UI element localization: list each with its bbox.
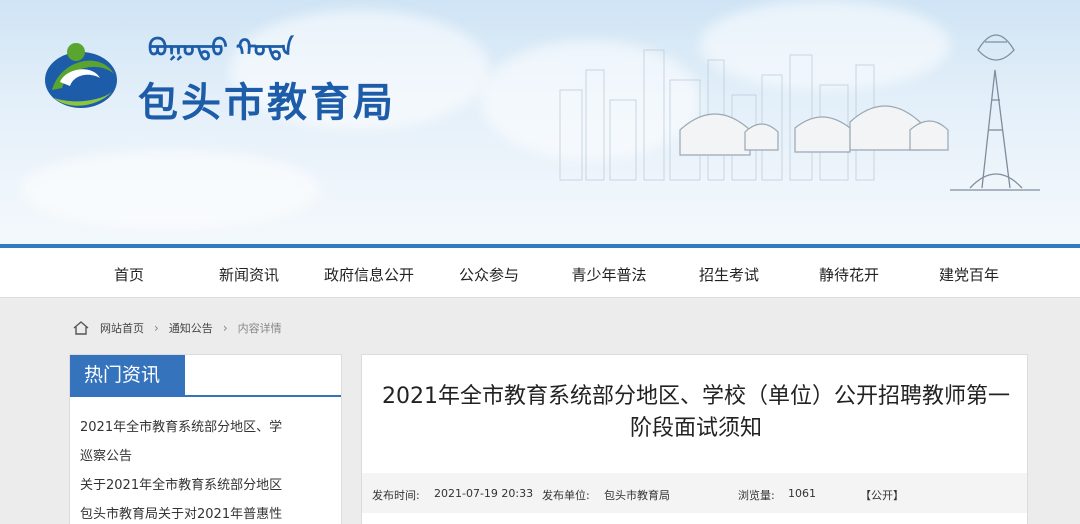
mongolian-script-title: ᠪᠣᠭᠣᠲᠣ ᠬᠣᠲᠠ [148, 34, 294, 62]
home-icon[interactable] [72, 320, 90, 336]
nav-item-public-participation[interactable]: 公众参与 [429, 264, 549, 285]
breadcrumb-current: 内容详情 [237, 322, 282, 335]
article-panel: 2021年全市教育系统部分地区、学校（单位）公开招聘教师第一阶段面试须知 发布时… [361, 354, 1028, 524]
main-navigation: 首页 新闻资讯 政府信息公开 公众参与 青少年普法 招生考试 静待花开 建党百年 [0, 248, 1080, 298]
sidebar-heading-underline [70, 395, 341, 397]
header-banner: ᠪᠣᠭᠣᠲᠣ ᠬᠣᠲᠠ 包头市教育局 [0, 0, 1080, 244]
site-title: 包头市教育局 [138, 80, 396, 126]
nav-item-party-centenary[interactable]: 建党百年 [909, 264, 1029, 285]
article-meta-bar: 发布时间: 2021-07-19 20:33 发布单位: 包头市教育局 浏览量:… [362, 473, 1027, 513]
sidebar-news-link[interactable]: 2021年全市教育系统部分地区、学 [80, 413, 335, 442]
sidebar-heading: 热门资讯 [70, 355, 185, 395]
city-skyline-illustration [559, 34, 1040, 191]
publish-time-value: 2021-07-19 20:33 [434, 487, 534, 500]
publisher-label: 发布单位: [542, 489, 590, 502]
chevron-right-icon: › [154, 321, 159, 335]
sidebar-news-link[interactable]: 巡察公告 [80, 442, 335, 471]
sidebar-news-link[interactable]: 关于2021年全市教育系统部分地区 [80, 471, 335, 500]
sidebar-list: 2021年全市教育系统部分地区、学 巡察公告 关于2021年全市教育系统部分地区… [80, 413, 335, 524]
nav-item-news[interactable]: 新闻资讯 [189, 264, 309, 285]
nav-item-gov-info[interactable]: 政府信息公开 [309, 264, 429, 285]
nav-item-waiting-bloom[interactable]: 静待花开 [789, 264, 909, 285]
views-label: 浏览量: [738, 489, 775, 502]
chevron-right-icon: › [222, 321, 228, 335]
views-count: 1061 [788, 487, 816, 500]
hot-news-sidebar: 热门资讯 2021年全市教育系统部分地区、学 巡察公告 关于2021年全市教育系… [69, 354, 342, 524]
publish-time-label: 发布时间: [372, 489, 420, 502]
sidebar-news-link[interactable]: 包头市教育局关于对2021年普惠性 [80, 500, 335, 524]
nav-item-youth-law[interactable]: 青少年普法 [549, 264, 669, 285]
breadcrumb-notices-link[interactable]: 通知公告 [169, 320, 213, 336]
visibility-badge: 【公开】 [860, 489, 904, 502]
nav-item-home[interactable]: 首页 [69, 264, 189, 285]
publisher-value: 包头市教育局 [604, 489, 670, 502]
breadcrumb-home-link[interactable]: 网站首页 [100, 320, 144, 336]
nav-item-admissions[interactable]: 招生考试 [669, 264, 789, 285]
education-bureau-logo [45, 43, 117, 108]
breadcrumb: 网站首页 › 通知公告 › 内容详情 [72, 318, 282, 338]
article-title: 2021年全市教育系统部分地区、学校（单位）公开招聘教师第一阶段面试须知 [382, 384, 1010, 441]
